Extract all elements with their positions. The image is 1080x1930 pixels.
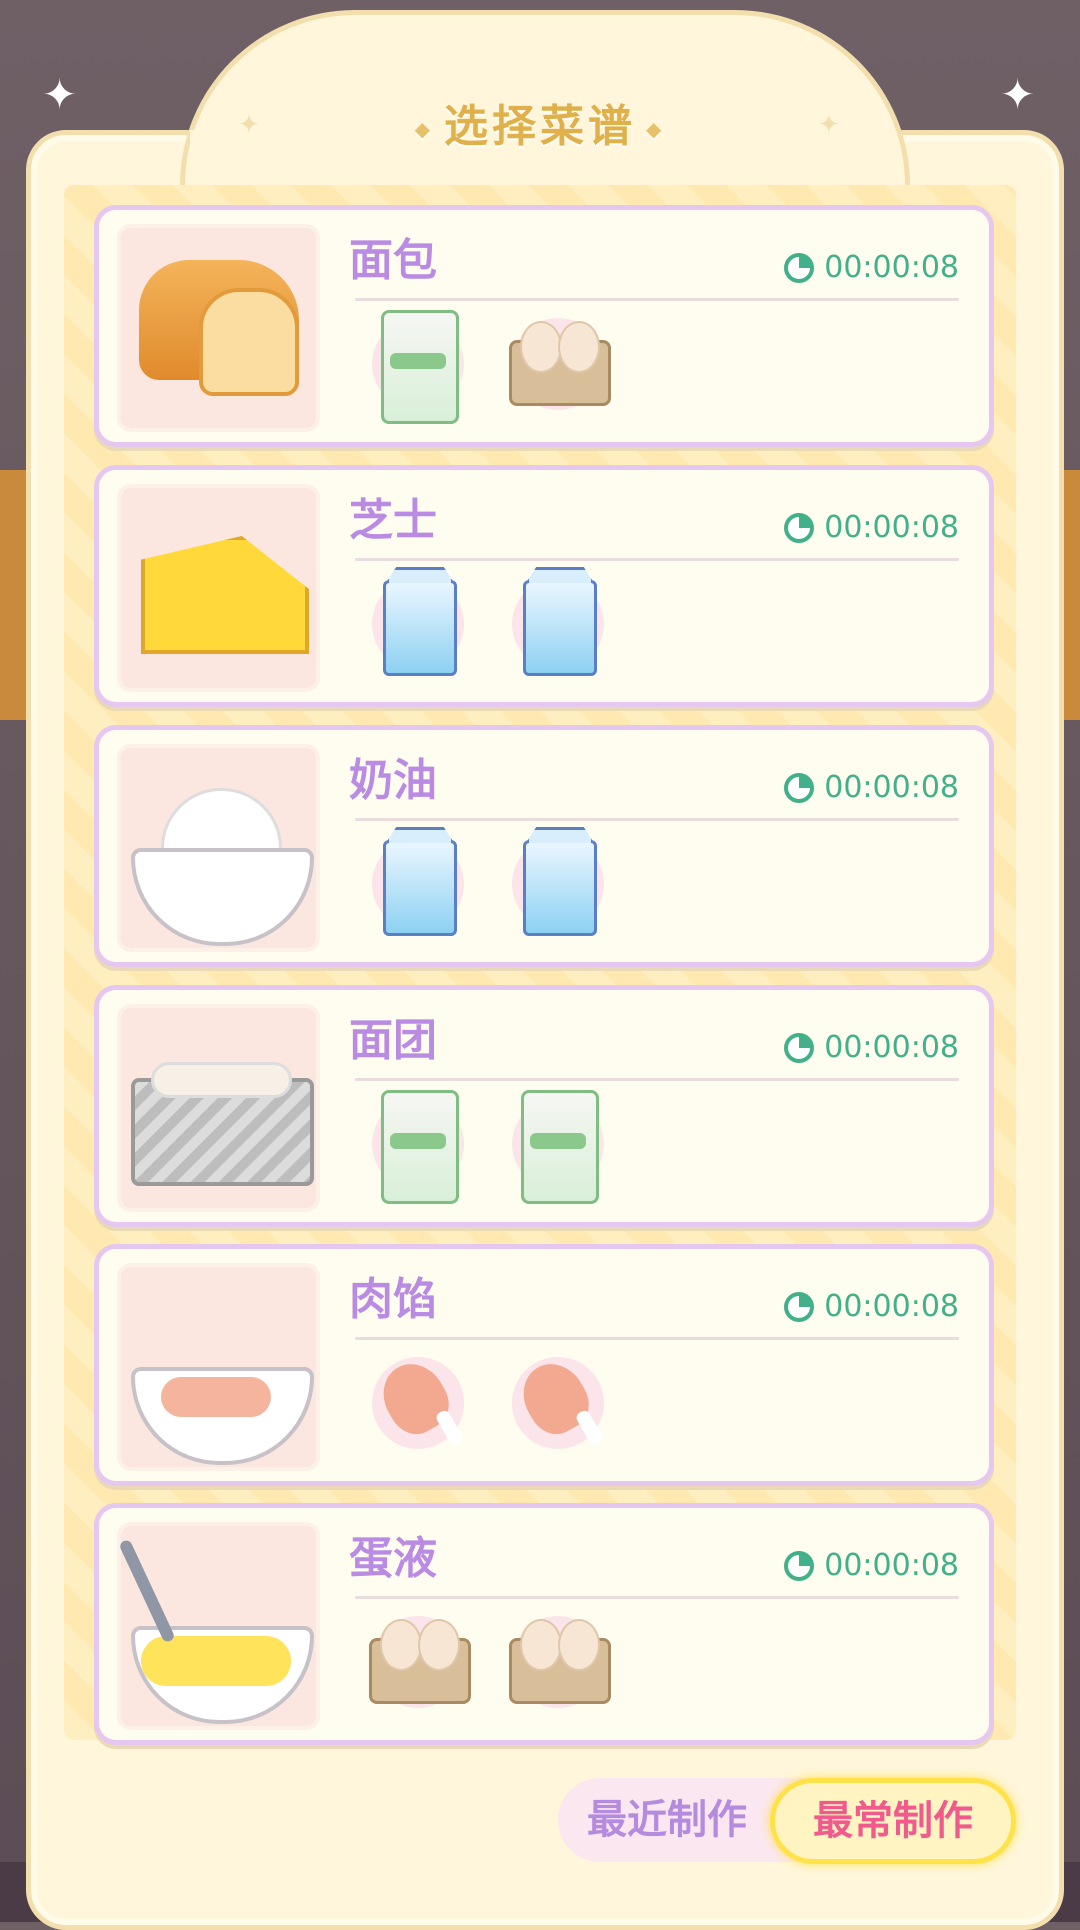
- recipe-image-cheese: [117, 484, 320, 692]
- dialog-title-text: 选择菜谱: [444, 101, 636, 152]
- recipe-image-meat-filling: [117, 1263, 320, 1471]
- recipe-name: 芝士: [349, 495, 437, 546]
- divider: [355, 1337, 959, 1340]
- recipe-name: 面团: [349, 1015, 437, 1066]
- ingredient-chicken: [507, 1349, 607, 1459]
- recipe-image-egg-liquid: [117, 1522, 320, 1730]
- ingredient-flour: [367, 310, 467, 424]
- cheese-icon: [141, 536, 309, 654]
- egg-carton-icon: [509, 321, 611, 406]
- recipe-card-dough[interactable]: 面团 00:00:08: [94, 985, 994, 1227]
- ingredient-eggs: [367, 1608, 471, 1718]
- recipe-image-bread: [117, 224, 320, 432]
- dough-icon: [151, 1062, 292, 1098]
- timer-text: 00:00:08: [824, 1548, 959, 1583]
- recipe-name: 肉馅: [349, 1274, 437, 1325]
- bowl-icon: [131, 848, 314, 946]
- bread-slice-face: [199, 288, 299, 396]
- divider: [355, 818, 959, 821]
- ingredient-flour: [507, 1090, 607, 1204]
- ingredient-milk: [367, 570, 467, 680]
- tab-frequent[interactable]: 最常制作: [770, 1778, 1016, 1864]
- recipe-timer: 00:00:08: [784, 1548, 959, 1583]
- ingredient-eggs: [507, 1608, 611, 1718]
- recipe-card-cheese[interactable]: 芝士 00:00:08: [94, 465, 994, 707]
- clock-icon: [784, 512, 815, 543]
- clock-icon: [784, 1291, 815, 1322]
- flour-bag-icon: [521, 1090, 599, 1204]
- ingredient-milk: [507, 830, 607, 940]
- divider: [355, 1078, 959, 1081]
- title-ornament-icon: ◆: [414, 117, 434, 141]
- milk-carton-icon: [383, 580, 457, 676]
- dialog-title: ◆ 选择菜谱 ◆: [0, 90, 1080, 154]
- recipe-timer: 00:00:08: [784, 1030, 959, 1065]
- recipe-card-meat-filling[interactable]: 肉馅 00:00:08: [94, 1244, 994, 1486]
- divider: [355, 298, 959, 301]
- divider: [355, 558, 959, 561]
- recipe-card-cream[interactable]: 奶油 00:00:08: [94, 725, 994, 967]
- clock-icon: [784, 1032, 815, 1063]
- ingredient-eggs: [507, 310, 611, 420]
- milk-carton-icon: [523, 840, 597, 936]
- clock-icon: [784, 772, 815, 803]
- timer-text: 00:00:08: [824, 510, 959, 545]
- title-ornament-icon: ◆: [646, 117, 666, 141]
- recipe-card-bread[interactable]: 面包 00:00:08: [94, 205, 994, 447]
- milk-carton-icon: [383, 840, 457, 936]
- sort-tabs: 最近制作 最常制作: [558, 1778, 1016, 1864]
- flour-bag-icon: [381, 310, 459, 424]
- flour-bag-icon: [381, 1090, 459, 1204]
- recipe-card-egg-liquid[interactable]: 蛋液 00:00:08: [94, 1503, 994, 1745]
- recipe-timer: 00:00:08: [784, 1289, 959, 1324]
- recipe-timer: 00:00:08: [784, 250, 959, 285]
- recipe-name: 面包: [349, 235, 437, 286]
- egg-carton-icon: [509, 1619, 611, 1704]
- tab-recent[interactable]: 最近制作: [558, 1778, 776, 1862]
- timer-text: 00:00:08: [824, 1030, 959, 1065]
- milk-carton-icon: [523, 580, 597, 676]
- ingredient-flour: [367, 1090, 467, 1204]
- egg-liquid-icon: [141, 1636, 291, 1686]
- recipe-name: 蛋液: [349, 1533, 437, 1584]
- egg-carton-icon: [369, 1619, 471, 1704]
- ingredient-chicken: [367, 1349, 467, 1459]
- timer-text: 00:00:08: [824, 1289, 959, 1324]
- clock-icon: [784, 252, 815, 283]
- ingredient-milk: [367, 830, 467, 940]
- recipe-timer: 00:00:08: [784, 510, 959, 545]
- meat-filling-icon: [161, 1377, 271, 1417]
- timer-text: 00:00:08: [824, 250, 959, 285]
- divider: [355, 1596, 959, 1599]
- clock-icon: [784, 1550, 815, 1581]
- timer-text: 00:00:08: [824, 770, 959, 805]
- ingredient-milk: [507, 570, 607, 680]
- recipe-name: 奶油: [349, 755, 437, 806]
- recipe-image-dough: [117, 1004, 320, 1212]
- recipe-image-cream: [117, 744, 320, 952]
- recipe-timer: 00:00:08: [784, 770, 959, 805]
